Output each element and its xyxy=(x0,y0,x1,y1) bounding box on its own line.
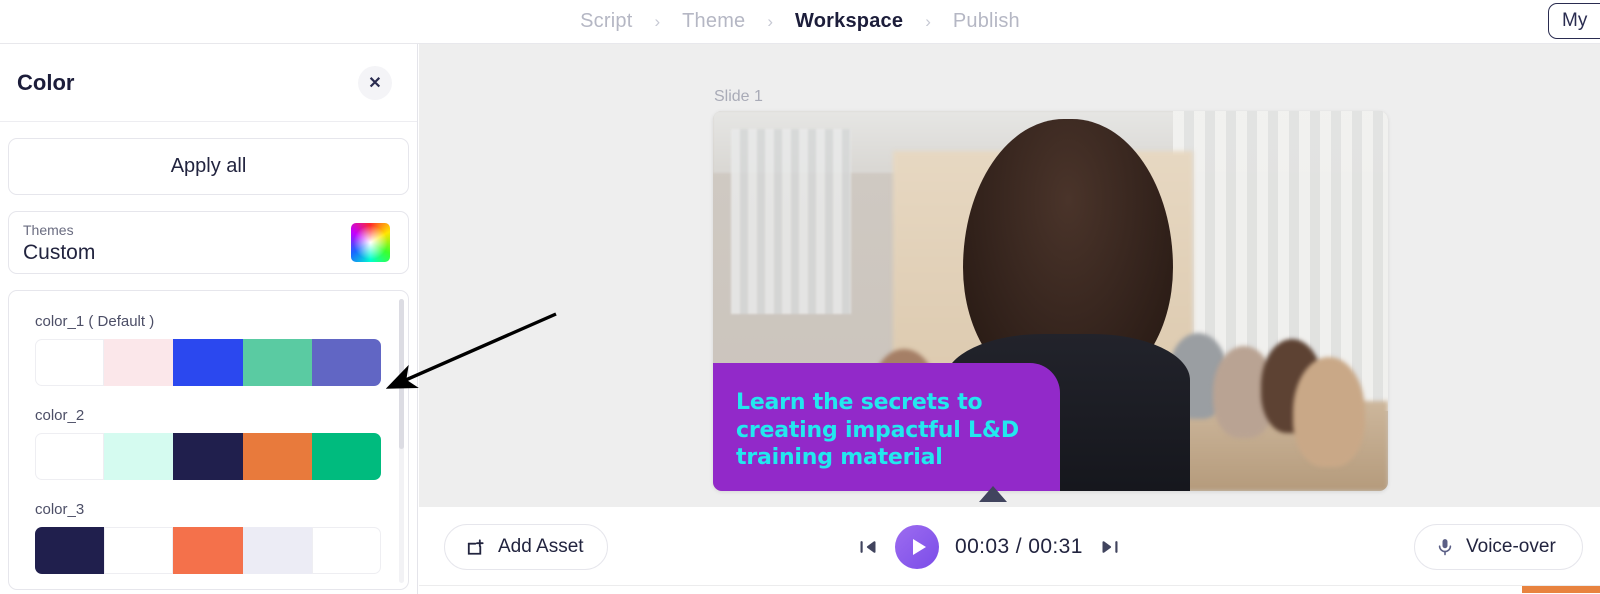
palette-list: color_1 ( Default ) color_2 color_3 xyxy=(8,290,409,590)
themes-text: Themes Custom xyxy=(23,220,95,265)
palette-scrollbar[interactable] xyxy=(399,299,404,583)
color-swatch[interactable] xyxy=(35,527,105,574)
color-swatch[interactable] xyxy=(104,527,174,574)
palette-row-color-1[interactable]: color_1 ( Default ) xyxy=(35,313,390,386)
bottom-toolbar: Add Asset 00:03 / 00:31 Voice-over xyxy=(419,507,1600,587)
my-projects-button[interactable]: My xyxy=(1548,3,1600,39)
swatch-group xyxy=(35,433,382,480)
color-swatch[interactable] xyxy=(35,433,105,480)
color-swatch[interactable] xyxy=(311,527,382,574)
playback-controls: 00:03 / 00:31 xyxy=(857,525,1121,569)
chevron-right-icon: › xyxy=(925,11,931,31)
themes-value: Custom xyxy=(23,240,96,264)
color-swatch[interactable] xyxy=(104,433,174,480)
add-asset-label: Add Asset xyxy=(498,536,584,557)
palette-row-color-2[interactable]: color_2 xyxy=(35,407,390,480)
add-asset-icon xyxy=(467,538,484,555)
swatch-group xyxy=(35,339,382,386)
palette-label: color_1 ( Default ) xyxy=(35,313,155,330)
color-swatch[interactable] xyxy=(173,527,243,574)
themes-selector[interactable]: Themes Custom xyxy=(8,211,409,274)
color-swatch[interactable] xyxy=(242,339,312,386)
color-swatch[interactable] xyxy=(173,339,243,386)
palette-label: color_2 xyxy=(35,407,85,424)
slide-stage: Slide 1 Learn the secrets to creating im… xyxy=(419,44,1600,507)
app-root: Script › Theme › Workspace › Publish My … xyxy=(0,0,1600,594)
timeline-playhead-marker[interactable] xyxy=(979,486,1007,502)
breadcrumb-item-theme[interactable]: Theme xyxy=(682,10,745,33)
page-title: Color xyxy=(17,69,75,95)
swatch-group xyxy=(35,527,382,574)
palette-row-color-3[interactable]: color_3 xyxy=(35,501,390,574)
voice-over-button[interactable]: Voice-over xyxy=(1414,524,1583,570)
bottom-progress-indicator[interactable] xyxy=(1522,586,1600,593)
slide-caption-card[interactable]: Learn the secrets to creating impactful … xyxy=(713,363,1060,491)
voice-over-label: Voice-over xyxy=(1466,536,1556,557)
palette-label: color_3 xyxy=(35,501,85,518)
apply-all-button[interactable]: Apply all xyxy=(8,138,409,195)
color-swatch[interactable] xyxy=(242,433,312,480)
color-swatch[interactable] xyxy=(242,527,312,574)
breadcrumb-item-script[interactable]: Script xyxy=(580,10,632,33)
microphone-icon xyxy=(1438,539,1452,556)
color-swatch[interactable] xyxy=(35,339,105,386)
skip-back-icon[interactable] xyxy=(857,537,879,557)
close-icon[interactable]: ✕ xyxy=(358,65,392,100)
themes-label: Themes xyxy=(23,221,74,238)
palette-scroll-area: color_1 ( Default ) color_2 color_3 xyxy=(9,291,408,589)
slide-preview[interactable]: Learn the secrets to creating impactful … xyxy=(713,111,1388,491)
color-swatch[interactable] xyxy=(311,339,382,386)
photo-window-left xyxy=(731,129,851,314)
color-swatch[interactable] xyxy=(173,433,243,480)
slide-label: Slide 1 xyxy=(714,88,763,105)
color-panel-body: Apply all Themes Custom color_1 ( Defaul… xyxy=(0,122,417,590)
add-asset-button[interactable]: Add Asset xyxy=(444,524,608,570)
breadcrumb-item-publish[interactable]: Publish xyxy=(953,10,1020,33)
play-button[interactable] xyxy=(895,525,939,569)
color-panel: Color ✕ Apply all Themes Custom color_1 … xyxy=(0,44,418,594)
palette-scrollbar-thumb[interactable] xyxy=(399,299,404,449)
bottom-divider xyxy=(419,585,1600,586)
breadcrumb: Script › Theme › Workspace › Publish xyxy=(580,10,1020,33)
timecode-display: 00:03 / 00:31 xyxy=(955,535,1083,558)
color-swatch[interactable] xyxy=(311,433,382,480)
skip-forward-icon[interactable] xyxy=(1099,537,1121,557)
chevron-right-icon: › xyxy=(654,11,661,31)
color-wheel-icon[interactable] xyxy=(351,223,390,262)
breadcrumb-item-workspace[interactable]: Workspace xyxy=(795,10,903,33)
color-swatch[interactable] xyxy=(104,339,174,386)
slide-caption-text: Learn the secrets to creating impactful … xyxy=(736,390,1019,471)
color-panel-header: Color ✕ xyxy=(0,44,417,122)
play-icon xyxy=(912,539,926,555)
photo-audience-member xyxy=(1293,357,1365,467)
chevron-right-icon: › xyxy=(767,11,774,31)
top-breadcrumb-bar: Script › Theme › Workspace › Publish xyxy=(0,0,1600,44)
